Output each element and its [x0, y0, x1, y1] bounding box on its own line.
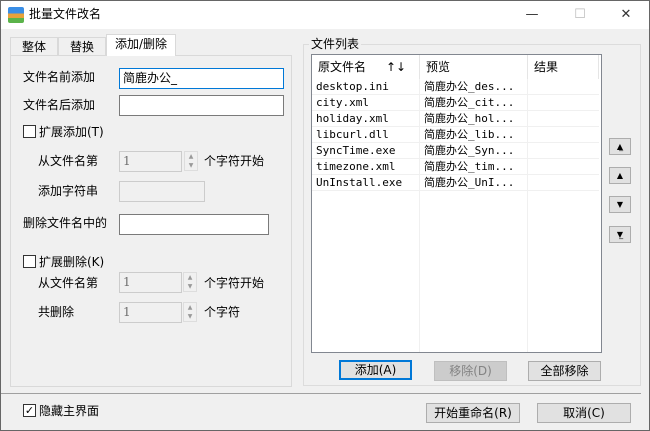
remove-button[interactable]: 移除(D) [434, 361, 507, 381]
cell-result [528, 143, 599, 159]
from-pos-spinner[interactable]: ▲ ▼ [184, 151, 198, 171]
delete-input[interactable] [119, 214, 269, 235]
cell-name: holiday.xml [316, 112, 389, 125]
window-title: 批量文件改名 [29, 7, 102, 21]
table-row[interactable]: SyncTime.exe 简鹿办公_Syn... [312, 143, 599, 159]
del-from-spinner[interactable]: ▲ ▼ [183, 272, 197, 292]
cell-result [528, 175, 599, 191]
cell-name: timezone.xml [316, 160, 396, 173]
table-row[interactable]: city.xml 简鹿办公_cit... [312, 95, 599, 111]
column-header-preview[interactable]: 预览 [420, 55, 528, 79]
from-pos-input[interactable]: 1 [119, 151, 182, 172]
column-header-original[interactable]: 原文件名 ↑↓ [312, 55, 420, 79]
table-row[interactable]: timezone.xml 简鹿办公_tim... [312, 159, 599, 175]
del-from-input[interactable]: 1 [119, 272, 182, 293]
minimize-button[interactable]: — [509, 1, 555, 29]
file-list-title: 文件列表 [309, 37, 362, 51]
remove-all-button[interactable]: 全部移除 [528, 361, 601, 381]
cell-result [528, 79, 599, 95]
cell-result [528, 95, 599, 111]
hide-main-checkbox[interactable]: ✓ [23, 404, 36, 417]
cell-result [528, 111, 599, 127]
ext-del-label: 扩展删除(K) [39, 255, 105, 269]
cell-preview: 简鹿办公_tim... [424, 160, 515, 173]
del-count-unit: 个字符 [204, 305, 241, 319]
move-down-button[interactable]: ▼ [609, 196, 631, 213]
ext-del-checkbox[interactable] [23, 255, 36, 268]
from-pos-label: 从文件名第 [38, 154, 99, 168]
from-pos-unit: 个字符开始 [204, 154, 265, 168]
table-row[interactable]: libcurl.dll 简鹿办公_lib... [312, 127, 599, 143]
add-string-label: 添加字符串 [38, 184, 99, 198]
table-row[interactable]: UnInstall.exe 简鹿办公_UnI... [312, 175, 599, 191]
hide-main-label: 隐藏主界面 [39, 404, 100, 418]
table-row[interactable]: holiday.xml 简鹿办公_hol... [312, 111, 599, 127]
del-count-label: 共删除 [38, 305, 75, 319]
add-button[interactable]: 添加(A) [339, 360, 412, 380]
batch-rename-dialog: 批量文件改名 — ☐ ✕ 整体 替换 添加/删除 文件名前添加 简鹿办公_ 文件… [0, 0, 650, 431]
cell-result [528, 127, 599, 143]
ext-add-label: 扩展添加(T) [39, 125, 104, 139]
del-from-label: 从文件名第 [38, 276, 99, 290]
cell-preview: 简鹿办公_des... [424, 80, 515, 93]
move-bottom-button[interactable]: ▼̲ [609, 226, 631, 243]
cell-preview: 简鹿办公_Syn... [424, 144, 515, 157]
cell-preview: 简鹿办公_UnI... [424, 176, 515, 189]
maximize-button[interactable]: ☐ [557, 1, 603, 29]
cell-name: SyncTime.exe [316, 144, 396, 157]
move-top-button[interactable]: ▲̲ [609, 138, 631, 155]
tab-replace[interactable]: 替换 [58, 37, 106, 56]
separator [1, 393, 641, 394]
move-up-button[interactable]: ▲ [609, 167, 631, 184]
prefix-label: 文件名前添加 [23, 70, 96, 84]
cell-name: desktop.ini [316, 80, 389, 93]
tab-overall[interactable]: 整体 [10, 37, 58, 56]
cancel-button[interactable]: 取消(C) [537, 403, 631, 423]
suffix-label: 文件名后添加 [23, 98, 96, 112]
del-from-unit: 个字符开始 [204, 276, 265, 290]
table-row[interactable]: desktop.ini 简鹿办公_des... [312, 79, 599, 95]
cell-preview: 简鹿办公_hol... [424, 112, 515, 125]
prefix-input[interactable]: 简鹿办公_ [119, 68, 284, 89]
sort-icon[interactable]: ↑↓ [386, 55, 406, 79]
ext-add-checkbox[interactable] [23, 125, 36, 138]
file-list[interactable]: 原文件名 ↑↓ 预览 结果 desktop.ini 简鹿办公_des... city.… [311, 54, 602, 353]
add-string-input[interactable] [119, 181, 205, 202]
app-icon [8, 7, 24, 23]
start-rename-button[interactable]: 开始重命名(R) [426, 403, 520, 423]
cell-preview: 简鹿办公_lib... [424, 128, 515, 141]
cell-name: UnInstall.exe [316, 176, 403, 189]
tab-add-delete[interactable]: 添加/删除 [106, 34, 176, 56]
cell-result [528, 159, 599, 175]
cell-name: city.xml [316, 96, 369, 109]
cell-preview: 简鹿办公_cit... [424, 96, 515, 109]
del-count-spinner[interactable]: ▲ ▼ [183, 302, 197, 322]
title-bar: 批量文件改名 — ☐ ✕ [1, 1, 649, 29]
cell-name: libcurl.dll [316, 128, 389, 141]
close-button[interactable]: ✕ [603, 1, 649, 29]
delete-label: 删除文件名中的 [23, 216, 108, 230]
suffix-input[interactable] [119, 95, 284, 116]
del-count-input[interactable]: 1 [119, 302, 182, 323]
column-header-result[interactable]: 结果 [528, 55, 599, 79]
column-label: 原文件名 [318, 60, 367, 74]
